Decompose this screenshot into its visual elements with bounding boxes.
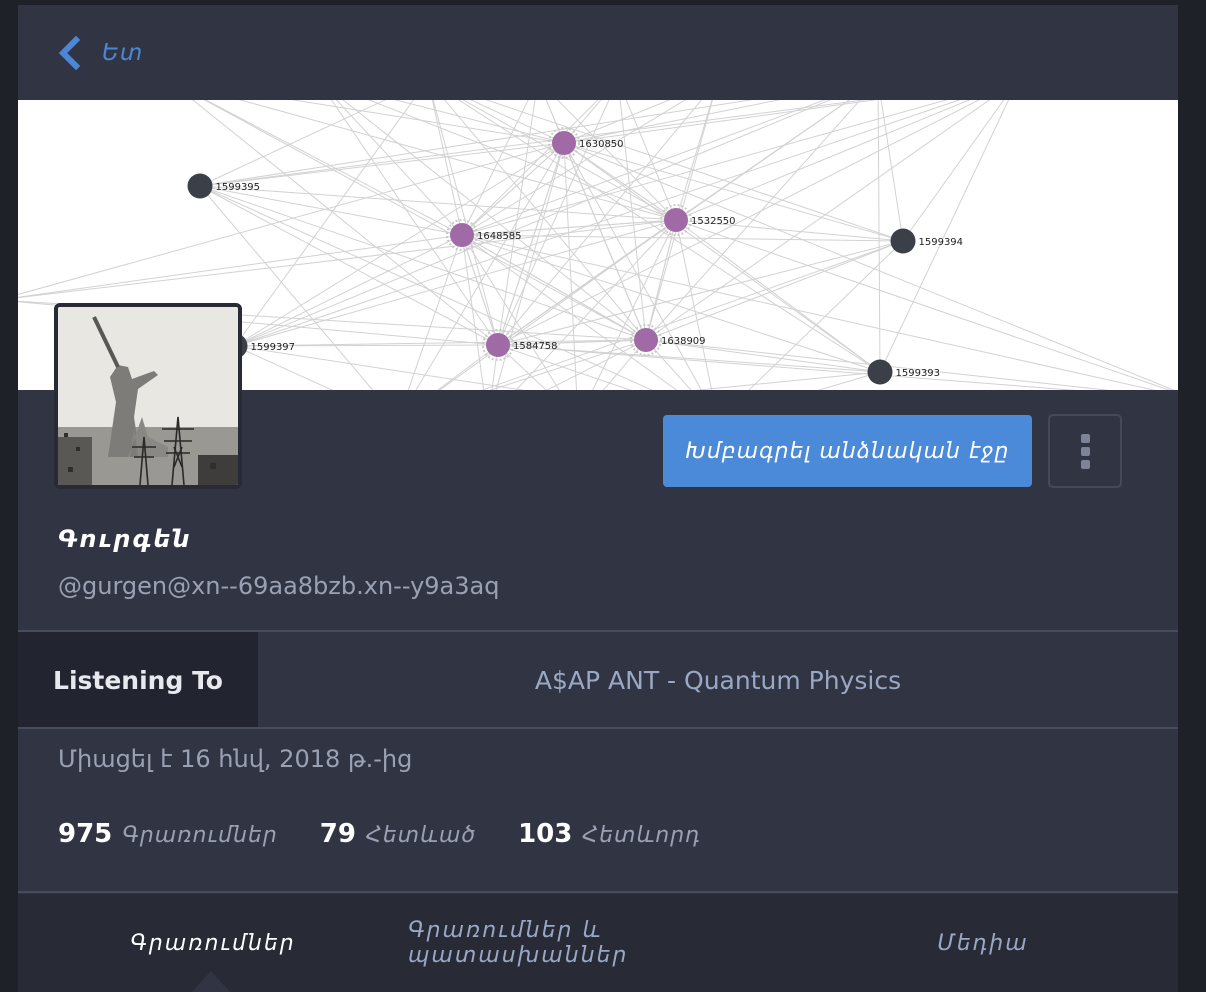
following-count-value: 79 xyxy=(319,819,356,849)
back-button[interactable]: Ետ xyxy=(56,33,143,73)
profile-field-row: Listening To A$AP ANT - Quantum Physics xyxy=(18,632,1178,728)
divider xyxy=(18,727,1178,729)
graph-edge xyxy=(469,100,565,144)
posts-count-value: 975 xyxy=(58,819,113,849)
followers-count-value: 103 xyxy=(518,819,573,849)
posts-count[interactable]: 975 Գրառումներ xyxy=(58,819,278,849)
vertical-ellipsis-icon xyxy=(1080,433,1090,443)
graph-edge xyxy=(461,234,904,242)
following-count[interactable]: 79 Հետևած xyxy=(320,819,476,849)
graph-edge xyxy=(415,142,565,390)
more-options-button[interactable] xyxy=(1048,414,1122,488)
graph-edge xyxy=(877,100,881,373)
ellipsis-dot xyxy=(1080,446,1090,456)
graph-edge xyxy=(675,219,881,373)
graph-edge xyxy=(592,219,677,390)
graph-edge xyxy=(880,100,904,242)
graph-edge xyxy=(563,142,577,390)
graph-edge xyxy=(199,100,387,187)
graph-node-label: 1638909 xyxy=(661,336,706,347)
followers-count[interactable]: 103 Հետևորդ xyxy=(518,819,701,849)
graph-edge xyxy=(675,100,713,221)
avatar[interactable] xyxy=(54,303,242,489)
graph-edge xyxy=(394,100,565,144)
graph-node xyxy=(867,359,893,385)
graph-node-label: 1599394 xyxy=(919,237,964,248)
graph-node xyxy=(486,333,510,357)
graph-node-label: 1648585 xyxy=(477,231,522,242)
graph-node xyxy=(187,173,213,199)
profile-column: Ետ 1630850 1599395 1648585 1532550 1599394 15… xyxy=(18,5,1178,992)
graph-edge xyxy=(675,219,713,390)
window-right-edge xyxy=(1178,0,1206,992)
chevron-left-icon xyxy=(58,36,81,70)
graph-node xyxy=(450,223,474,247)
avatar-image xyxy=(58,307,238,485)
divider xyxy=(18,891,1178,893)
window-left-edge xyxy=(0,0,18,992)
graph-node-label: 1599395 xyxy=(216,182,261,193)
graph-node xyxy=(552,131,576,155)
edit-profile-button[interactable]: Խմբագրել անձնական էջը xyxy=(663,415,1032,487)
active-tab-indicator xyxy=(192,971,230,992)
graph-edge xyxy=(461,234,647,341)
profile-counts: 975 Գրառումներ 79 Հետևած 103 Հետևորդ xyxy=(58,819,743,849)
graph-edge xyxy=(497,100,980,346)
graph-edge xyxy=(694,371,881,390)
followers-count-label: Հետևորդ xyxy=(582,823,701,848)
graph-node-label: 1599397 xyxy=(251,342,296,353)
graph-node-label: 1584758 xyxy=(513,341,558,352)
graph-node-label: 1532550 xyxy=(691,216,736,227)
graph-node-label: 1599393 xyxy=(896,368,941,379)
tab-media[interactable]: Մեդիա xyxy=(788,894,1178,992)
graph-edge xyxy=(431,100,463,236)
joined-date: Միացել է 16 հնվ, 2018 թ.-ից xyxy=(58,745,413,773)
graph-edge xyxy=(645,339,692,390)
field-name: Listening To xyxy=(18,632,258,728)
graph-node xyxy=(664,208,688,232)
graph-edge xyxy=(563,100,878,144)
graph-edge xyxy=(461,234,678,390)
back-label: Ետ xyxy=(102,40,144,66)
field-value: A$AP ANT - Quantum Physics xyxy=(534,665,902,695)
graph-edge xyxy=(563,142,1175,390)
posts-count-label: Գրառումներ xyxy=(122,823,278,848)
graph-node-label: 1630850 xyxy=(579,139,624,150)
ellipsis-dot xyxy=(1080,459,1090,469)
graph-node xyxy=(634,328,658,352)
graph-edge xyxy=(199,185,677,221)
display-name: Գուրգեն xyxy=(58,525,192,553)
graph-edge xyxy=(645,339,1111,390)
graph-node xyxy=(890,228,916,254)
following-count-label: Հետևած xyxy=(365,823,477,848)
graph-edge xyxy=(902,100,1005,242)
graph-edge xyxy=(18,219,677,299)
account-handle: @gurgen@xn--69aa8bzb.xn--y9a3aq xyxy=(58,572,500,600)
tab-posts-and-replies[interactable]: Գրառումներ և պատասխաններ xyxy=(408,894,788,992)
graph-edge xyxy=(619,100,647,341)
